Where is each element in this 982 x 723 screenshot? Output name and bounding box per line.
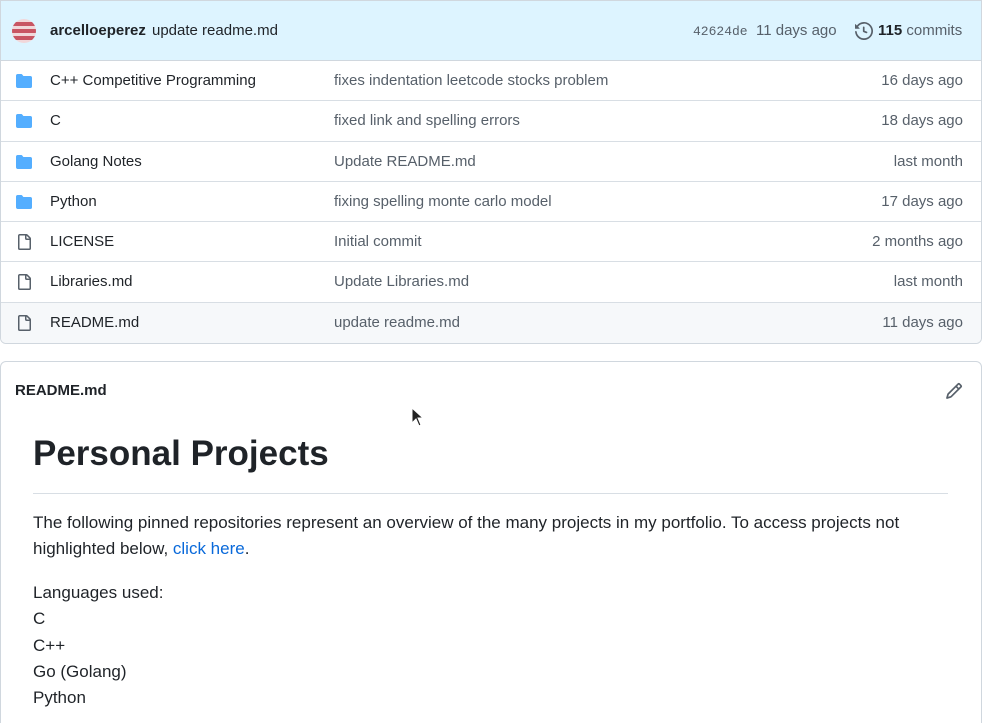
commit-author-link[interactable]: arcelloeperez [50,22,146,39]
readme-filename[interactable]: README.md [15,382,107,399]
file-name-link[interactable]: Python [50,193,97,210]
readme-intro: The following pinned repositories repres… [33,510,948,562]
file-commit-message-link[interactable]: update readme.md [334,314,460,331]
mouse-cursor-icon [411,407,425,427]
file-row[interactable]: README.md update readme.md 11 days ago [1,302,981,343]
intro-text-end: . [244,539,250,558]
file-row[interactable]: LICENSE Initial commit 2 months ago [1,222,981,263]
language-item: Go (Golang) [33,661,127,681]
file-icon [18,234,31,251]
click-here-link[interactable]: click here [173,539,245,558]
file-icon [18,274,31,291]
file-row[interactable]: Cfixed link and spelling errors 18 days a… [1,101,981,142]
languages-heading: Languages used: [33,583,164,602]
file-commit-age: 2 months ago [872,233,963,251]
commit-sha-link[interactable]: 42624de [693,24,748,39]
folder-icon [16,114,32,129]
commit-message-link[interactable]: update readme.md [152,22,278,39]
file-row[interactable]: Python fixing spelling monte carlo model 1… [1,181,981,223]
file-commit-age: 18 days ago [881,112,963,130]
file-name-link[interactable]: C [50,112,61,129]
language-item: Python [33,688,86,708]
file-commit-message-link[interactable]: fixing spelling monte carlo model [334,193,552,210]
pencil-icon[interactable] [945,382,963,400]
file-browser: arcelloeperez update readme.md 42624de 1… [0,0,982,344]
file-commit-message-link[interactable]: Update README.md [334,153,476,170]
file-row[interactable]: Libraries.md Update Libraries.md last mont… [1,262,981,303]
file-icon [18,314,31,331]
file-commit-age: 11 days ago [882,313,963,331]
file-commit-age: last month [893,273,963,291]
file-commit-age: 17 days ago [881,192,963,210]
commit-age: 11 days ago [756,22,837,39]
file-name-link[interactable]: Golang Notes [50,153,142,170]
file-commit-message-link[interactable]: Initial commit [334,233,422,250]
file-commit-message-link[interactable]: fixed link and spelling errors [334,112,520,129]
file-name-link[interactable]: README.md [50,314,139,331]
history-icon[interactable] [855,22,873,40]
file-row[interactable]: Golang Notes Update README.md last month [1,141,981,182]
file-name-link[interactable]: Libraries.md [50,273,133,290]
file-row[interactable]: C++ Competitive Programming fixes indenta… [1,61,981,102]
file-commit-message-link[interactable]: Update Libraries.md [334,273,469,290]
folder-icon [16,194,32,209]
languages-list: Languages used: C C++ Go (Golang) Python [33,580,163,711]
file-name-link[interactable]: C++ Competitive Programming [50,72,256,89]
file-list: C++ Competitive Programming fixes indenta… [1,61,981,343]
file-name-link[interactable]: LICENSE [50,233,114,250]
avatar[interactable] [12,19,36,43]
latest-commit-bar: arcelloeperez update readme.md 42624de 1… [1,1,981,61]
readme-title: Personal Projects [33,434,948,494]
file-commit-age: last month [893,152,963,170]
intro-text: The following pinned repositories repres… [33,513,900,558]
commits-link[interactable]: 115 commits [878,22,962,39]
language-item: C [33,609,46,629]
commit-count: 115 [878,22,903,39]
language-item: C++ [33,635,66,655]
file-commit-message-link[interactable]: fixes indentation leetcode stocks proble… [334,72,608,89]
folder-icon [16,154,32,169]
folder-icon [16,74,32,88]
readme-panel: README.md Personal Projects The followin… [0,361,982,723]
file-commit-age: 16 days ago [881,72,963,89]
commit-count-label: commits [906,22,963,39]
